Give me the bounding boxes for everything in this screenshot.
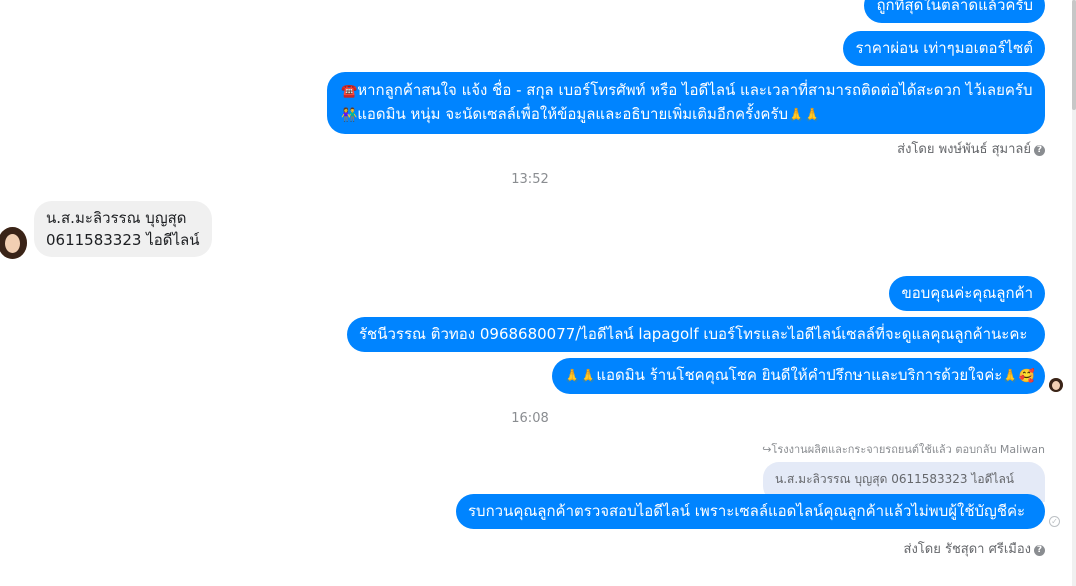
message-text: ถูกที่สุดในตลาดแล้วครับ: [876, 0, 1033, 14]
reply-header: ↪โรงงานผลิตและกระจายรถยนต์ใช้แล้ว ตอบกลั…: [762, 443, 1045, 456]
sent-check-icon: ✓: [1049, 516, 1060, 527]
message-outgoing[interactable]: ☎️หากลูกค้าสนใจ แจ้ง ชื่อ - สกุล เบอร์โท…: [327, 72, 1045, 134]
timestamp: 13:52: [511, 172, 549, 187]
help-icon[interactable]: ?: [1034, 545, 1045, 556]
message-outgoing[interactable]: ราคาผ่อน เท่าๆมอเตอร์ไซต์: [843, 31, 1045, 66]
scrollbar-thumb[interactable]: [1072, 0, 1076, 110]
message-text: น.ส.มะลิวรรณ บุญสุด: [46, 209, 187, 227]
avatar[interactable]: [0, 227, 27, 259]
pray-emoji-icon: 🙏🙏: [788, 108, 821, 123]
timestamp: 16:08: [511, 411, 549, 426]
message-incoming[interactable]: น.ส.มะลิวรรณ บุญสุด 0611583323 ไอดีไลน์: [34, 201, 212, 257]
couple-emoji-icon: 👫: [341, 108, 358, 123]
seen-avatar: [1049, 378, 1063, 392]
sent-by-label: ส่งโดย รัชสุดา ศรีเมือง?: [904, 538, 1045, 559]
message-text: แอดมิน ร้านโชคคุณโชค ยินดีให้คำปรึกษาและ…: [596, 366, 1003, 384]
pray-emoji-icon: 🙏🙏: [564, 369, 597, 384]
sent-by-text: ส่งโดย พงษ์พันธ์ สุมาลย์: [897, 142, 1031, 157]
message-outgoing[interactable]: ขอบคุณค่ะคุณลูกค้า: [889, 276, 1045, 311]
message-text: รบกวนคุณลูกค้าตรวจสอบไอดีไลน์ เพราะเซลล์…: [468, 502, 1026, 520]
sent-by-text: ส่งโดย รัชสุดา ศรีเมือง: [903, 542, 1031, 557]
message-outgoing[interactable]: รัชนีวรรณ ติวทอง 0968680077/ไอดีไลน์ lap…: [347, 317, 1045, 352]
message-outgoing[interactable]: 🙏🙏แอดมิน ร้านโชคคุณโชค ยินดีให้คำปรึกษาแ…: [552, 358, 1045, 394]
message-text: ขอบคุณค่ะคุณลูกค้า: [901, 284, 1033, 302]
message-text: แอดมิน หนุ่ม จะนัดเซลล์เพื่อให้ข้อมูลและ…: [357, 105, 789, 123]
pray-love-emoji-icon: 🙏🥰: [1002, 369, 1035, 384]
message-text: ราคาผ่อน เท่าๆมอเตอร์ไซต์: [855, 39, 1033, 57]
telephone-emoji-icon: ☎️: [341, 84, 358, 99]
message-text: หากลูกค้าสนใจ แจ้ง ชื่อ - สกุล เบอร์โทรศ…: [357, 81, 1033, 99]
message-text: 0611583323 ไอดีไลน์: [46, 231, 200, 249]
message-outgoing[interactable]: ถูกที่สุดในตลาดแล้วครับ: [864, 0, 1045, 23]
message-text: รัชนีวรรณ ติวทอง 0968680077/ไอดีไลน์ lap…: [359, 325, 1028, 343]
sent-by-label: ส่งโดย พงษ์พันธ์ สุมาลย์?: [897, 138, 1045, 159]
help-icon[interactable]: ?: [1034, 145, 1045, 156]
message-outgoing[interactable]: รบกวนคุณลูกค้าตรวจสอบไอดีไลน์ เพราะเซลล์…: [456, 494, 1045, 529]
scrollbar[interactable]: [1072, 0, 1076, 586]
